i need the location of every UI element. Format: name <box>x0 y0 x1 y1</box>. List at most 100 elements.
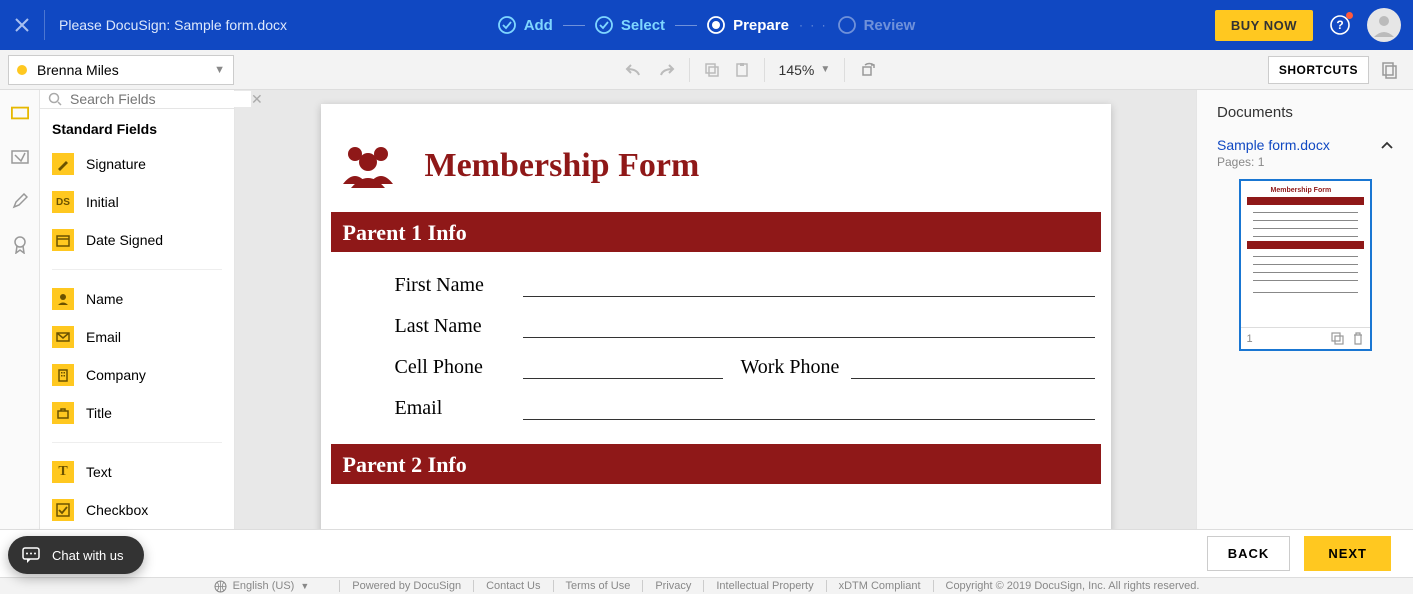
sub-toolbar: Brenna Miles ▼ 145% ▼ SHORTCUTS <box>0 50 1413 90</box>
initial-icon: DS <box>52 191 74 213</box>
footer-powered[interactable]: Powered by DocuSign <box>352 580 461 592</box>
footer-contact[interactable]: Contact Us <box>486 580 540 592</box>
next-button[interactable]: NEXT <box>1304 536 1391 571</box>
divider <box>764 58 765 82</box>
input-line[interactable] <box>523 337 1095 338</box>
chevron-up-icon <box>1381 141 1393 149</box>
zoom-value: 145% <box>779 62 815 78</box>
search-icon <box>48 92 62 106</box>
field-company[interactable]: Company <box>52 356 222 394</box>
paste-icon <box>734 62 750 78</box>
footer-ip[interactable]: Intellectual Property <box>716 580 813 592</box>
seal-icon <box>12 236 28 254</box>
input-line[interactable] <box>523 378 723 379</box>
fields-panel: ✕ Standard Fields Signature DS Initial D… <box>40 90 235 529</box>
field-initial[interactable]: DS Initial <box>52 183 222 221</box>
field-label: Name <box>86 291 123 307</box>
label-first-name: First Name <box>395 274 523 297</box>
custom-fields-tab[interactable] <box>11 148 29 166</box>
chevron-down-icon: ▼ <box>214 64 225 76</box>
svg-text:?: ? <box>1336 18 1343 32</box>
field-email[interactable]: Email <box>52 318 222 356</box>
document-header: Membership Form <box>331 144 1101 188</box>
duplicate-page-button[interactable] <box>1331 332 1344 345</box>
chevron-down-icon: ▼ <box>820 64 830 75</box>
field-checkbox[interactable]: Checkbox <box>52 491 222 529</box>
footer-privacy[interactable]: Privacy <box>655 580 691 592</box>
chat-icon <box>22 546 40 564</box>
footer: English (US) ▼ Powered by DocuSign Conta… <box>0 577 1413 594</box>
notification-dot <box>1346 12 1353 19</box>
pencil-icon <box>12 193 28 209</box>
recipient-dropdown[interactable]: Brenna Miles ▼ <box>8 55 234 85</box>
shortcuts-button[interactable]: SHORTCUTS <box>1268 56 1369 84</box>
zoom-control[interactable]: 145% ▼ <box>779 62 831 78</box>
language-selector[interactable]: English (US) ▼ <box>214 580 310 593</box>
step-prepare[interactable]: Prepare <box>707 16 789 34</box>
back-button[interactable]: BACK <box>1207 536 1291 571</box>
field-title[interactable]: Title <box>52 394 222 432</box>
row-email: Email <box>331 389 1101 430</box>
undo-button[interactable] <box>625 61 643 79</box>
label-email: Email <box>395 397 523 420</box>
globe-icon <box>214 580 227 593</box>
document-title: Please DocuSign: Sample form.docx <box>59 17 287 33</box>
recipient-name: Brenna Miles <box>37 62 119 78</box>
document-item[interactable]: Sample form.docx Pages: 1 Membership For… <box>1197 129 1413 359</box>
seal-tab[interactable] <box>11 236 29 254</box>
thumbnail-footer: 1 <box>1241 327 1370 349</box>
templates-button[interactable] <box>1381 61 1399 79</box>
buy-now-button[interactable]: BUY NOW <box>1215 10 1313 41</box>
search-fields-input[interactable] <box>66 91 251 107</box>
page-thumbnail[interactable]: Membership Form 1 <box>1239 179 1372 351</box>
rotate-button[interactable] <box>859 61 877 79</box>
user-avatar[interactable] <box>1367 8 1401 42</box>
step-separator-dots: · · · <box>799 18 828 32</box>
templates-icon <box>1381 61 1399 79</box>
document-page[interactable]: Membership Form Parent 1 Info First Name… <box>321 104 1111 529</box>
document-canvas[interactable]: Membership Form Parent 1 Info First Name… <box>235 90 1196 529</box>
help-button[interactable]: ? <box>1329 14 1351 36</box>
field-date-signed[interactable]: Date Signed <box>52 221 222 259</box>
clear-search-button[interactable]: ✕ <box>251 91 263 108</box>
field-label: Title <box>86 405 112 421</box>
row-phones: Cell Phone Work Phone <box>331 348 1101 389</box>
input-line[interactable] <box>523 419 1095 420</box>
chat-label: Chat with us <box>52 548 124 563</box>
step-select[interactable]: Select <box>595 16 665 34</box>
row-last-name: Last Name <box>331 307 1101 348</box>
footer-copyright: Copyright © 2019 DocuSign, Inc. All righ… <box>946 580 1200 592</box>
field-label: Email <box>86 329 121 345</box>
paste-button[interactable] <box>734 62 750 78</box>
footer-terms[interactable]: Terms of Use <box>566 580 631 592</box>
field-text[interactable]: T Text <box>52 453 222 491</box>
recipient-color-dot <box>17 65 27 75</box>
step-review: Review <box>838 16 916 34</box>
label-cell-phone: Cell Phone <box>395 356 523 379</box>
section-parent1: Parent 1 Info <box>331 212 1101 252</box>
redo-button[interactable] <box>657 61 675 79</box>
field-signature[interactable]: Signature <box>52 145 222 183</box>
calendar-icon <box>52 229 74 251</box>
step-add[interactable]: Add <box>498 16 553 34</box>
check-circle-icon <box>595 16 613 34</box>
input-line[interactable] <box>851 378 1094 379</box>
documents-header: Documents <box>1197 104 1413 129</box>
footer-xdtm[interactable]: xDTM Compliant <box>839 580 921 592</box>
edit-tab[interactable] <box>11 192 29 210</box>
trash-icon <box>1352 332 1364 345</box>
divider <box>44 10 45 40</box>
main-area: ✕ Standard Fields Signature DS Initial D… <box>0 90 1413 529</box>
step-label: Review <box>864 17 916 34</box>
close-icon <box>15 18 29 32</box>
field-name[interactable]: Name <box>52 280 222 318</box>
standard-fields-tab[interactable] <box>11 104 29 122</box>
documents-panel: Documents Sample form.docx Pages: 1 Memb… <box>1196 90 1413 529</box>
chat-widget[interactable]: Chat with us <box>8 536 144 574</box>
delete-page-button[interactable] <box>1352 332 1364 345</box>
copy-button[interactable] <box>704 62 720 78</box>
input-line[interactable] <box>523 296 1095 297</box>
collapse-button[interactable] <box>1381 141 1393 149</box>
close-button[interactable] <box>0 0 44 50</box>
briefcase-icon <box>52 402 74 424</box>
